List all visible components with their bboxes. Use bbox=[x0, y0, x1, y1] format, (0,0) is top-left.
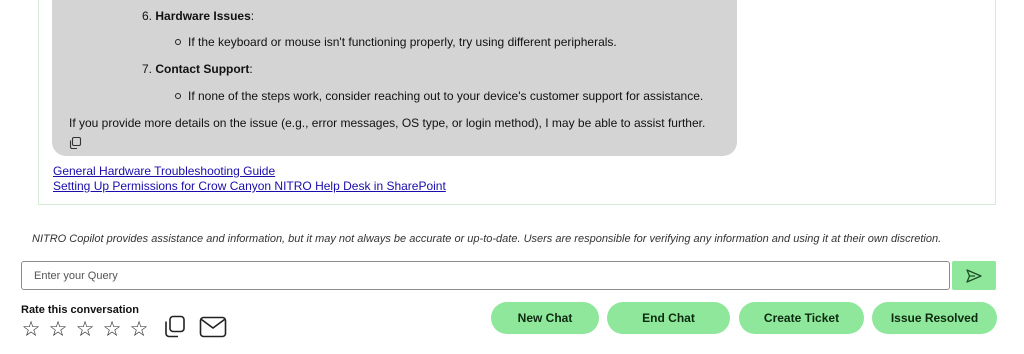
step-contact-support: 7. Contact Support: bbox=[142, 61, 253, 77]
issue-resolved-button[interactable]: Issue Resolved bbox=[872, 302, 997, 334]
step-title: Contact Support bbox=[155, 62, 250, 76]
step-number: 7. bbox=[142, 62, 153, 76]
send-button[interactable] bbox=[952, 261, 996, 290]
send-icon bbox=[966, 268, 982, 283]
closing-text: If you provide more details on the issue… bbox=[69, 116, 706, 130]
bullet-circle-icon bbox=[175, 93, 181, 99]
step-bullet: If the keyboard or mouse isn't functioni… bbox=[175, 34, 617, 50]
step-bullet: If none of the steps work, consider reac… bbox=[175, 88, 703, 104]
star-icon[interactable]: ☆ bbox=[47, 319, 69, 341]
star-icon[interactable]: ☆ bbox=[128, 319, 150, 341]
step-colon: : bbox=[250, 9, 255, 23]
bullet-circle-icon bbox=[175, 39, 181, 45]
assistant-message-bubble: 6. Hardware Issues: If the keyboard or m… bbox=[52, 0, 737, 156]
star-rating[interactable]: ☆ ☆ ☆ ☆ ☆ bbox=[20, 319, 150, 341]
rating-label: Rate this conversation bbox=[21, 304, 139, 316]
star-icon[interactable]: ☆ bbox=[101, 319, 123, 341]
create-ticket-button[interactable]: Create Ticket bbox=[739, 302, 864, 334]
end-chat-button[interactable]: End Chat bbox=[607, 302, 730, 334]
new-chat-button[interactable]: New Chat bbox=[491, 302, 599, 334]
disclaimer-text: NITRO Copilot provides assistance and in… bbox=[32, 233, 942, 245]
reference-links: General Hardware Troubleshooting Guide S… bbox=[53, 164, 446, 194]
copy-conversation-icon[interactable] bbox=[162, 314, 188, 340]
link-hardware-guide[interactable]: General Hardware Troubleshooting Guide bbox=[53, 164, 446, 179]
star-icon[interactable]: ☆ bbox=[74, 319, 96, 341]
step-number: 6. bbox=[142, 9, 153, 23]
step-colon: : bbox=[249, 62, 253, 76]
step-hardware-issues: 6. Hardware Issues: bbox=[142, 8, 254, 24]
step-title: Hardware Issues bbox=[155, 9, 251, 23]
link-sharepoint-permissions[interactable]: Setting Up Permissions for Crow Canyon N… bbox=[53, 179, 446, 194]
copy-icon[interactable] bbox=[68, 136, 82, 150]
mail-icon[interactable] bbox=[199, 316, 227, 338]
bullet-text: If the keyboard or mouse isn't functioni… bbox=[188, 35, 617, 49]
bullet-text: If none of the steps work, consider reac… bbox=[188, 89, 704, 103]
star-icon[interactable]: ☆ bbox=[20, 319, 42, 341]
query-input[interactable] bbox=[21, 261, 950, 290]
